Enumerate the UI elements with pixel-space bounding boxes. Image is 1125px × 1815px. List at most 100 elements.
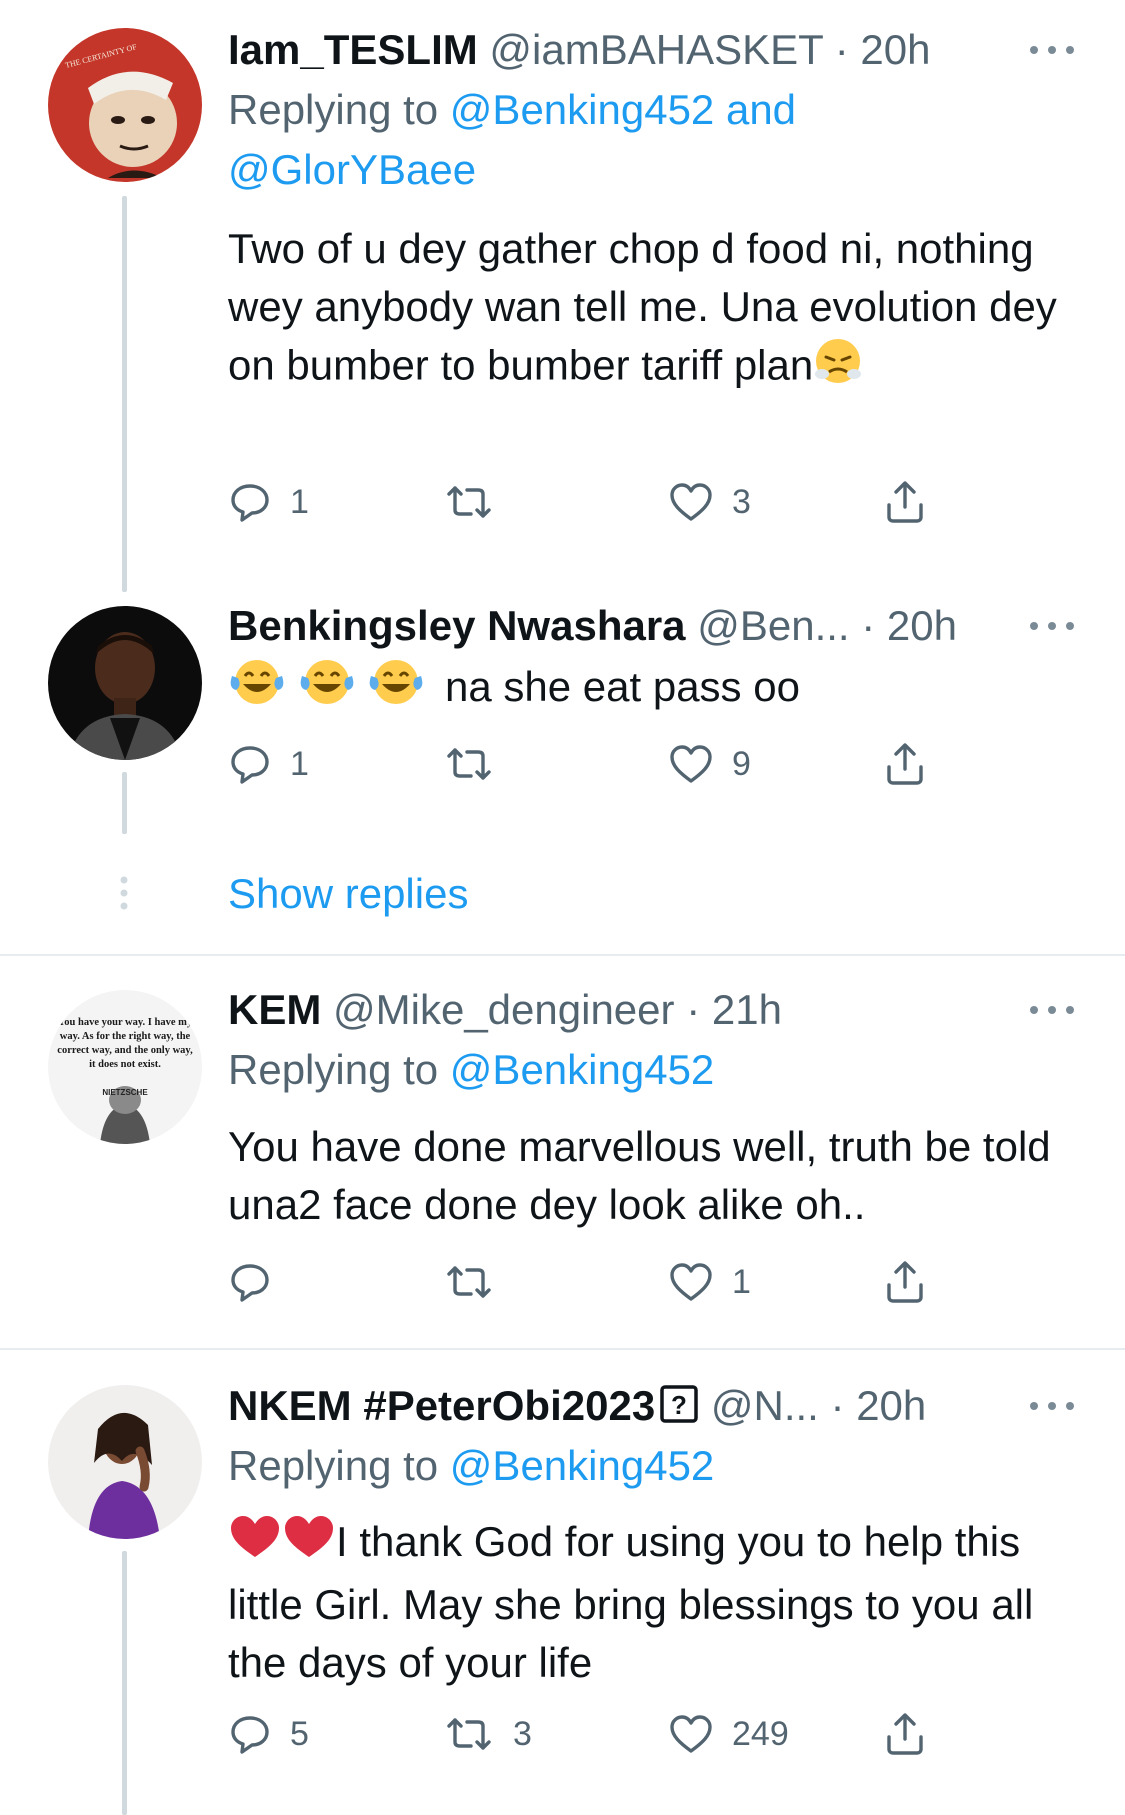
share-button[interactable]	[883, 472, 927, 532]
tweet-text: na she eat pass oo	[228, 656, 1098, 723]
timestamp[interactable]: 21h	[712, 986, 782, 1033]
tweet-header: KEM @Mike_dengineer · 21h	[228, 984, 782, 1036]
reply-count: 1	[290, 744, 309, 783]
mention-link[interactable]: @Benking452	[450, 1046, 715, 1093]
divider	[0, 1348, 1125, 1350]
reply-button[interactable]: 5	[228, 1704, 309, 1764]
red-heart-emoji	[282, 1513, 336, 1576]
reply-button[interactable]: 1	[228, 734, 309, 794]
replying-to: Replying to @Benking452	[228, 1040, 714, 1100]
author-handle[interactable]: @Mike_dengineer	[333, 986, 675, 1033]
reply-icon	[231, 484, 269, 522]
like-button[interactable]: 9	[668, 734, 751, 794]
share-icon	[887, 1261, 923, 1303]
author-name[interactable]: Benkingsley Nwashara	[228, 602, 686, 649]
avatar-caption: NIETZSCHE	[102, 1088, 148, 1097]
retweet-count: 3	[513, 1714, 532, 1753]
tweet-text-content: I thank God for using you to help this l…	[228, 1518, 1034, 1687]
heart-icon	[670, 745, 712, 783]
more-options-icon[interactable]	[1030, 43, 1074, 57]
more-options-icon[interactable]	[1030, 1399, 1074, 1413]
replying-and[interactable]: and	[726, 86, 796, 133]
more-options-icon[interactable]	[1030, 1003, 1074, 1017]
retweet-button[interactable]	[443, 734, 513, 794]
retweet-icon	[447, 748, 491, 780]
retweet-icon	[447, 486, 491, 518]
share-icon	[887, 1713, 923, 1755]
mention-link[interactable]: @Benking452	[450, 1442, 715, 1489]
author-name[interactable]: KEM	[228, 986, 321, 1033]
share-icon	[887, 481, 923, 523]
heart-icon	[670, 1263, 712, 1301]
reply-icon	[231, 1264, 269, 1302]
author-handle[interactable]: @iamBAHASKET	[489, 26, 823, 73]
separator: ·	[861, 602, 876, 649]
svg-text:?: ?	[671, 1390, 687, 1420]
tweet-text-content: You have done marvellous well, truth be …	[228, 1123, 1051, 1228]
heart-icon	[670, 1715, 712, 1753]
like-button[interactable]: 1	[668, 1252, 751, 1312]
avatar-nkem[interactable]	[48, 1385, 202, 1539]
tweet-text-content: na she eat pass oo	[445, 662, 800, 710]
retweet-button[interactable]	[443, 472, 513, 532]
retweet-button[interactable]	[443, 1252, 513, 1312]
timestamp[interactable]: 20h	[856, 1382, 926, 1429]
avatar-kem[interactable]: You have your way. I have my way. As for…	[48, 990, 202, 1144]
tweet-header: NKEM #PeterObi2023? @N... · 20h	[228, 1380, 926, 1436]
like-count: 3	[732, 482, 751, 521]
thread-dots-icon	[118, 876, 130, 910]
author-handle[interactable]: @N...	[711, 1382, 819, 1429]
timestamp[interactable]: 20h	[860, 26, 930, 73]
thread-line	[122, 196, 127, 592]
tweet-header: Iam_TESLIM @iamBAHASKET · 20h	[228, 24, 930, 76]
replying-prefix: Replying to	[228, 1442, 439, 1489]
tweet-actions: 1	[228, 1252, 968, 1312]
author-name[interactable]: NKEM #PeterObi2023	[228, 1382, 655, 1429]
like-button[interactable]: 249	[668, 1704, 789, 1764]
tweet-text: Two of u dey gather chop d food ni, noth…	[228, 220, 1098, 401]
reply-icon	[231, 1716, 269, 1754]
thread-line	[122, 772, 127, 834]
like-count: 9	[732, 744, 751, 783]
mention-link[interactable]: @GlorYBaee	[228, 146, 476, 193]
tweet-text: I thank God for using you to help this l…	[228, 1513, 1098, 1692]
thread-line	[122, 1551, 127, 1815]
separator: ·	[830, 1382, 845, 1429]
tears-of-joy-emoji	[298, 656, 356, 723]
author-name[interactable]: Iam_TESLIM	[228, 26, 478, 73]
replying-prefix: Replying to	[228, 86, 439, 133]
retweet-icon	[447, 1718, 491, 1750]
tweet-header: Benkingsley Nwashara @Ben... · 20h	[228, 600, 957, 652]
separator: ·	[834, 26, 849, 73]
like-button[interactable]: 3	[668, 472, 751, 532]
reply-button[interactable]: 1	[228, 472, 309, 532]
share-button[interactable]	[883, 734, 927, 794]
reply-button[interactable]	[228, 1252, 290, 1312]
tweet-text: You have done marvellous well, truth be …	[228, 1118, 1098, 1234]
share-button[interactable]	[883, 1252, 927, 1312]
divider	[0, 954, 1125, 956]
like-count: 249	[732, 1714, 789, 1753]
separator: ·	[686, 986, 701, 1033]
replying-prefix: Replying to	[228, 1046, 439, 1093]
reply-count: 5	[290, 1714, 309, 1753]
share-icon	[887, 743, 923, 785]
avatar-iam-teslim[interactable]: THE CERTAINTY OF	[48, 28, 202, 182]
share-button[interactable]	[883, 1704, 927, 1764]
avatar-benkingsley[interactable]	[48, 606, 202, 760]
replying-to: Replying to @Benking452 and @GlorYBaee	[228, 80, 796, 200]
tweet-actions: 5 3 249	[228, 1704, 968, 1764]
show-replies-link[interactable]: Show replies	[228, 866, 468, 922]
more-options-icon[interactable]	[1030, 619, 1074, 633]
tears-of-joy-emoji	[228, 656, 286, 723]
question-box-icon: ?	[659, 1382, 699, 1436]
timestamp[interactable]: 20h	[887, 602, 957, 649]
replying-to: Replying to @Benking452	[228, 1436, 714, 1496]
mention-link[interactable]: @Benking452	[450, 86, 715, 133]
heart-icon	[670, 483, 712, 521]
reply-icon	[231, 746, 269, 784]
author-handle[interactable]: @Ben...	[697, 602, 849, 649]
face-with-steam-emoji	[813, 336, 863, 401]
reply-count: 1	[290, 482, 309, 521]
retweet-button[interactable]: 3	[443, 1704, 532, 1764]
